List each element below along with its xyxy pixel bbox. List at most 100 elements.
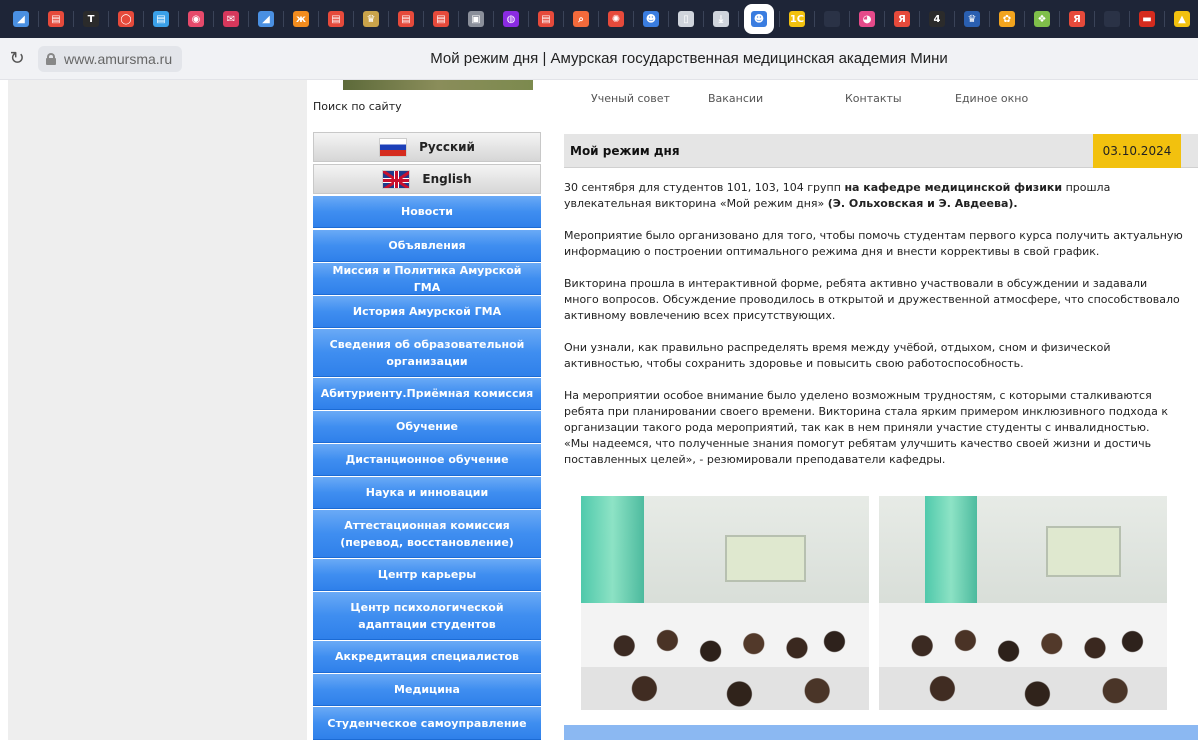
flower-icon: ✿ — [999, 11, 1015, 27]
menu-item-science[interactable]: Наука и инновации — [313, 477, 541, 509]
1c-icon: 1С — [789, 11, 805, 27]
browser-tab[interactable]: ⌕ — [569, 7, 593, 31]
circle-icon: ◯ — [118, 11, 134, 27]
browser-tab[interactable]: ✉ — [219, 7, 243, 31]
browser-tab[interactable]: ▲ — [1170, 7, 1194, 31]
browser-tab[interactable]: ▬ — [1135, 7, 1159, 31]
yandex-icon: Я — [1069, 11, 1085, 27]
browser-tab[interactable]: ♛ — [359, 7, 383, 31]
browser-tab[interactable]: Я — [890, 7, 914, 31]
browser-tab[interactable]: ⤓ — [709, 7, 733, 31]
browser-tab[interactable]: ▣ — [464, 7, 488, 31]
tab-separator — [143, 11, 144, 27]
browser-tab[interactable] — [820, 7, 844, 31]
browser-tab[interactable]: ▯ — [674, 7, 698, 31]
menu-item-medicine[interactable]: Медицина — [313, 674, 541, 706]
browser-tab[interactable]: ◢ — [254, 7, 278, 31]
four-icon: 4 — [929, 11, 945, 27]
menu-item-news[interactable]: Новости — [313, 196, 541, 228]
menu-item-psychology[interactable]: Центр психологической адаптации студенто… — [313, 592, 541, 640]
browser-tab[interactable]: ▤ — [324, 7, 348, 31]
browser-tab[interactable]: 4 — [925, 7, 949, 31]
browser-tab[interactable]: ◉ — [184, 7, 208, 31]
language-russian[interactable]: Русский — [313, 132, 541, 162]
zen-icon: ◢ — [258, 11, 274, 27]
menu-item-announcements[interactable]: Объявления — [313, 230, 541, 262]
article-paragraph: Они узнали, как правильно распределять в… — [564, 341, 1111, 370]
browser-tab[interactable]: ◕ — [855, 7, 879, 31]
tab-separator — [423, 11, 424, 27]
nav-link-vacancies[interactable]: Вакансии — [708, 92, 763, 105]
web-page: Поиск по сайту Русский English Новости О… — [0, 80, 1198, 740]
menu-item-career[interactable]: Центр карьеры — [313, 559, 541, 591]
browser-tab[interactable]: ж — [289, 7, 313, 31]
yandex-icon: Я — [894, 11, 910, 27]
flag-icon: ▬ — [1139, 11, 1155, 27]
menu-item-attestation[interactable]: Аттестационная комиссия (перевод, восста… — [313, 510, 541, 558]
tab-separator — [493, 11, 494, 27]
tab-separator — [353, 11, 354, 27]
tab-separator — [563, 11, 564, 27]
t-icon: T — [83, 11, 99, 27]
url-field[interactable]: www.amursma.ru — [38, 45, 183, 72]
emblem-blue-icon: ♛ — [964, 11, 980, 27]
browser-tab[interactable]: ▤ — [149, 7, 173, 31]
tab-separator — [1024, 11, 1025, 27]
browser-tab[interactable]: ▤ — [44, 7, 68, 31]
browser-tab[interactable]: ◢ — [9, 7, 33, 31]
search-label[interactable]: Поиск по сайту — [313, 100, 402, 113]
article-title-bar: Мой режим дня 03.10.2024 — [564, 134, 1198, 168]
top-navigation: Ученый совет Вакансии Контакты Единое ок… — [564, 92, 1198, 108]
nav-link-single-window[interactable]: Единое окно — [955, 92, 1028, 105]
reload-icon[interactable]: ↻ — [0, 48, 34, 69]
menu-item-distance[interactable]: Дистанционное обучение — [313, 444, 541, 476]
pdf-icon: ▤ — [328, 11, 344, 27]
browser-tab[interactable]: ❖ — [1030, 7, 1054, 31]
menu-item-education[interactable]: Обучение — [313, 411, 541, 443]
tab-separator — [213, 11, 214, 27]
nav-link-contacts[interactable]: Контакты — [845, 92, 902, 105]
lock-icon — [46, 52, 56, 65]
image-icon: ▣ — [468, 11, 484, 27]
purple-icon: ◍ — [503, 11, 519, 27]
event-photo[interactable] — [879, 496, 1167, 710]
language-english[interactable]: English — [313, 164, 541, 194]
browser-tab[interactable]: Я — [1065, 7, 1089, 31]
browser-tab[interactable]: ▤ — [429, 7, 453, 31]
browser-tab[interactable]: ▤ — [534, 7, 558, 31]
browser-tab[interactable]: T — [79, 7, 103, 31]
article-paragraph: Викторина прошла в интерактивной форме, … — [564, 277, 1180, 322]
browser-tab[interactable]: ✿ — [995, 7, 1019, 31]
nav-link-council[interactable]: Ученый совет — [591, 92, 670, 105]
tab-separator — [1164, 11, 1165, 27]
browser-tab[interactable]: ✺ — [604, 7, 628, 31]
tab-separator — [779, 11, 780, 27]
article-paragraph: Мероприятие было организовано для того, … — [564, 229, 1183, 258]
browser-tab[interactable]: ♛ — [960, 7, 984, 31]
event-photo[interactable] — [581, 496, 869, 710]
tab-separator — [178, 11, 179, 27]
browser-tab[interactable] — [1100, 7, 1124, 31]
browser-tab[interactable]: ▤ — [394, 7, 418, 31]
menu-item-org-info[interactable]: Сведения об образовательной организации — [313, 329, 541, 377]
menu-item-accreditation[interactable]: Аккредитация специалистов — [313, 641, 541, 673]
pink-icon: ◕ — [859, 11, 875, 27]
browser-tab[interactable]: ◍ — [499, 7, 523, 31]
browser-tab[interactable]: ☻ — [639, 7, 663, 31]
browser-tab[interactable]: 1С — [785, 7, 809, 31]
address-bar: ↻ www.amursma.ru Мой режим дня | Амурска… — [0, 38, 1198, 80]
avatar-icon: ☻ — [643, 11, 659, 27]
pdf-icon: ▤ — [398, 11, 414, 27]
download-icon: ⤓ — [713, 11, 729, 27]
file-icon: ▯ — [678, 11, 694, 27]
tab-separator — [38, 11, 39, 27]
menu-item-student-gov[interactable]: Студенческое самоуправление — [313, 707, 541, 740]
menu-item-admission[interactable]: Абитуриенту.Приёмная комиссия — [313, 378, 541, 410]
menu-item-mission[interactable]: Миссия и Политика Амурской ГМА — [313, 263, 541, 295]
tab-separator — [1059, 11, 1060, 27]
browser-tab[interactable]: ☻ — [744, 4, 774, 34]
tab-separator — [703, 11, 704, 27]
article-paragraph: 30 сентября для студентов 101, 103, 104 … — [564, 181, 1111, 210]
browser-tab[interactable]: ◯ — [114, 7, 138, 31]
menu-item-history[interactable]: История Амурской ГМА — [313, 296, 541, 328]
